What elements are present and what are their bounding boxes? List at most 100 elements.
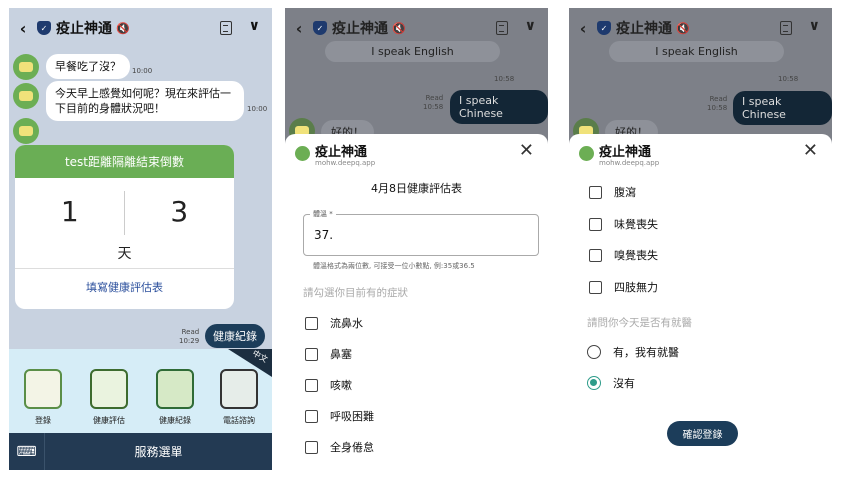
shield-icon: ✓ — [37, 21, 51, 35]
sent-message: I speak Chinese — [450, 90, 548, 124]
menu-item-phone[interactable]: 電話諮詢 — [209, 369, 269, 426]
sent-time: 10:29 — [179, 337, 200, 345]
symptom-label: 呼吸困難 — [330, 410, 374, 423]
checkbox-icon[interactable] — [305, 347, 318, 361]
checkbox-icon[interactable] — [305, 378, 318, 392]
keyboard-icon[interactable]: ⌨ — [9, 433, 45, 470]
sent-message: I speak Chinese — [733, 91, 832, 125]
checkbox-icon[interactable] — [305, 409, 318, 423]
sheet-domain: mohw.deepq.app — [315, 159, 376, 167]
rich-menu: 中文 登錄 健康評估 健康紀錄 電話諮詢 — [9, 349, 272, 433]
checkbox-icon[interactable] — [589, 185, 602, 199]
sheet-domain: mohw.deepq.app — [599, 159, 660, 167]
read-receipt: Read 10:29 — [179, 328, 199, 346]
checkbox-icon[interactable] — [589, 217, 602, 231]
chat-panel-main: ‹ ✓ 疫止神通 🔇 ∨ 早餐吃了沒？ 10:00 今天早上感覺如何呢？現在來評… — [9, 8, 272, 470]
checkbox-icon[interactable] — [589, 248, 602, 262]
bot-message: 今天早上感覺如何呢？現在來評估一 下目前的身體狀況吧！ — [46, 81, 244, 121]
message-line: 下目前的身體狀況吧！ — [55, 102, 165, 115]
menu-item-assess[interactable]: 健康評估 — [79, 369, 139, 426]
count-right: 3 — [170, 195, 189, 228]
checkbox-icon[interactable] — [305, 316, 318, 330]
mute-icon: 🔇 — [116, 21, 130, 35]
notes-icon[interactable] — [496, 21, 508, 35]
phone-icon — [220, 369, 258, 409]
chevron-down-icon[interactable]: ∨ — [249, 18, 260, 34]
divider — [15, 268, 234, 269]
menu-item-label: 健康紀錄 — [159, 416, 191, 425]
symptom-prompt: 請勾選你目前有的症狀 — [303, 287, 408, 299]
temperature-field[interactable]: 體溫 * 37. — [303, 209, 539, 256]
menu-item-label: 健康評估 — [93, 416, 125, 425]
sent-time: 10:58 — [423, 103, 444, 111]
symptom-checkbox[interactable]: 全身倦怠 — [305, 439, 374, 455]
back-icon[interactable]: ‹ — [569, 19, 597, 38]
magnifier-icon — [156, 369, 194, 409]
form-sheet: 疫止神通 mohw.deepq.app ✕ 腹瀉 味覺喪失 嗅覺喪失 四肢無力 … — [569, 134, 832, 470]
message-time: 10:00 — [132, 67, 153, 75]
menu-bar-label[interactable]: 服務選單 — [45, 443, 272, 460]
symptom-checkbox[interactable]: 呼吸困難 — [305, 408, 374, 424]
visit-option-yes[interactable]: 有，我有就醫 — [587, 344, 679, 360]
chat-header: ‹ ✓ 疫止神通 🔇 ∨ — [9, 8, 272, 48]
menu-item-label: 登錄 — [35, 416, 51, 425]
symptom-label: 鼻塞 — [330, 348, 352, 361]
mute-icon: 🔇 — [392, 21, 406, 35]
count-left: 1 — [60, 195, 79, 228]
read-receipt: Read 10:58 — [707, 95, 727, 113]
prev-message: I speak English — [609, 41, 784, 62]
chat-title: 疫止神通 — [332, 21, 388, 37]
chat-panel-form: ‹ ✓ 疫止神通 🔇 ∨ I speak English 10:58 Read … — [285, 8, 548, 470]
symptom-checkbox[interactable]: 嗅覺喪失 — [589, 247, 658, 263]
symptom-label: 全身倦怠 — [330, 441, 374, 454]
bot-avatar[interactable] — [13, 83, 39, 109]
symptom-checkbox[interactable]: 流鼻水 — [305, 315, 363, 331]
temperature-value[interactable]: 37. — [314, 228, 333, 242]
submit-button[interactable]: 確認登錄 — [667, 421, 738, 446]
bot-avatar[interactable] — [13, 54, 39, 80]
radio-selected-icon[interactable] — [587, 376, 601, 390]
doctor-icon — [24, 369, 62, 409]
back-icon[interactable]: ‹ — [9, 19, 37, 38]
prev-message: I speak English — [325, 41, 500, 62]
checkbox-icon[interactable] — [305, 440, 318, 454]
checkbox-icon[interactable] — [589, 280, 602, 294]
menu-bar[interactable]: ⌨ 服務選單 — [9, 433, 272, 470]
visit-option-no[interactable]: 沒有 — [587, 375, 635, 391]
sheet-title: 疫止神通 — [599, 145, 652, 160]
symptom-checkbox[interactable]: 味覺喪失 — [589, 216, 658, 232]
sheet-title: 疫止神通 — [315, 145, 368, 160]
symptom-label: 四肢無力 — [614, 281, 658, 294]
close-icon[interactable]: ✕ — [803, 140, 818, 161]
back-icon[interactable]: ‹ — [285, 19, 313, 38]
symptom-label: 腹瀉 — [614, 186, 636, 199]
sent-message: 健康紀錄 — [205, 324, 265, 348]
mute-icon: 🔇 — [676, 21, 690, 35]
form-sheet: 疫止神通 mohw.deepq.app ✕ 4月8日健康評估表 體溫 * 37.… — [285, 134, 548, 470]
symptom-checkbox[interactable]: 四肢無力 — [589, 279, 658, 295]
notes-icon[interactable] — [780, 21, 792, 35]
message-time: 10:00 — [247, 105, 268, 113]
symptom-checkbox[interactable]: 咳嗽 — [305, 377, 352, 393]
menu-item-records[interactable]: 健康紀錄 — [145, 369, 205, 426]
app-logo-icon — [579, 146, 594, 161]
form-title: 4月8日健康評估表 — [371, 182, 462, 195]
radio-icon[interactable] — [587, 345, 601, 359]
count-unit: 天 — [117, 246, 132, 262]
close-icon[interactable]: ✕ — [519, 140, 534, 161]
notes-icon[interactable] — [220, 21, 232, 35]
symptom-checkbox[interactable]: 鼻塞 — [305, 346, 352, 362]
clipboard-icon — [90, 369, 128, 409]
chevron-down-icon[interactable]: ∨ — [809, 18, 820, 34]
chevron-down-icon[interactable]: ∨ — [525, 18, 536, 34]
read-label: Read — [425, 94, 444, 102]
read-label: Read — [181, 328, 200, 336]
symptom-label: 流鼻水 — [330, 317, 363, 330]
menu-item-label: 電話諮詢 — [223, 416, 255, 425]
fill-form-link[interactable]: 填寫健康評估表 — [15, 279, 234, 295]
message-time: 10:58 — [778, 75, 799, 83]
message-line: 今天早上感覺如何呢？現在來評估一 — [55, 87, 231, 100]
menu-item-register[interactable]: 登錄 — [13, 369, 73, 426]
symptom-checkbox[interactable]: 腹瀉 — [589, 184, 636, 200]
bot-avatar[interactable] — [13, 118, 39, 144]
